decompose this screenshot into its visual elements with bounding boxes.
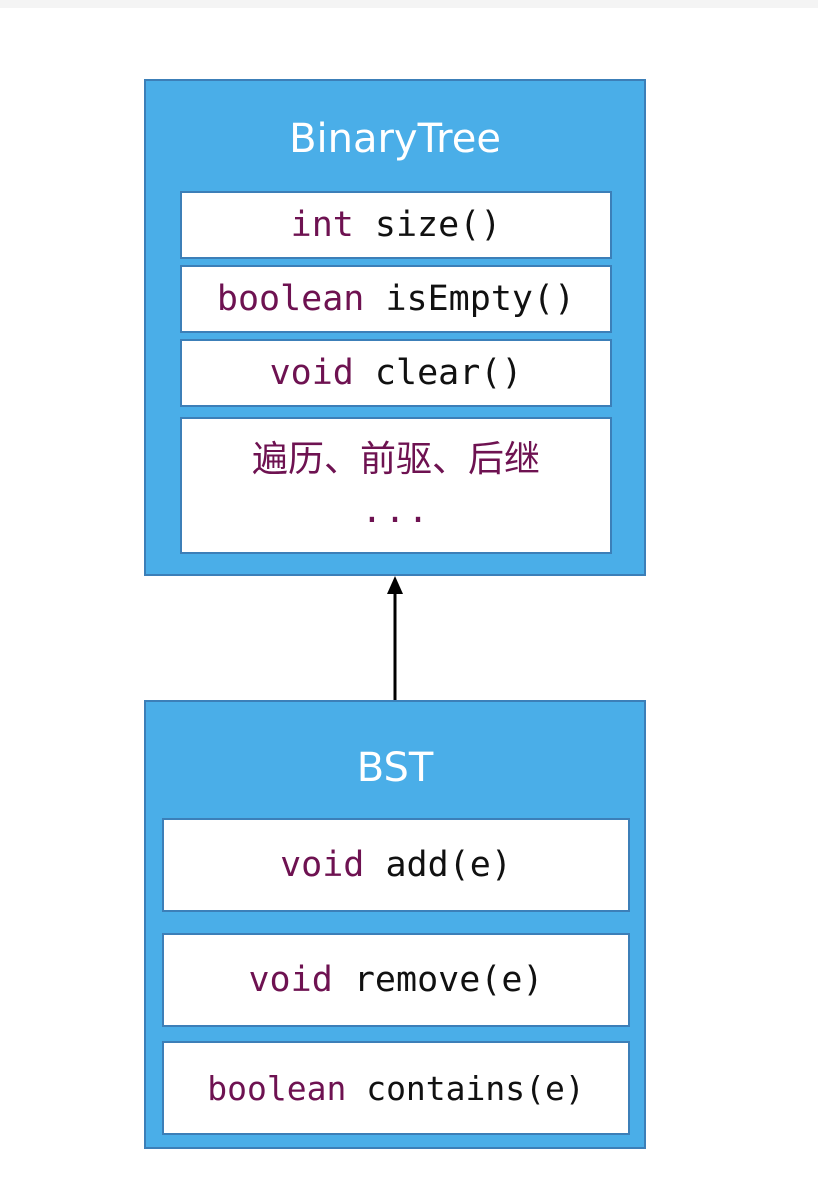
method-remove: void remove(e) [162,933,630,1027]
method-add: void add(e) [162,818,630,912]
inheritance-arrow-head [387,576,403,594]
method-remove-signature: remove(e) [332,960,544,1000]
bst-class-name: BST [356,745,434,791]
method-contains-return-type: boolean [207,1068,347,1108]
method-contains-signature: contains(e) [346,1068,585,1108]
bst-class-box: BST void add(e) void remove(e) boolean c… [144,700,646,1149]
method-remove-return-type: void [248,960,333,1000]
method-contains: boolean contains(e) [162,1041,630,1135]
method-add-signature: add(e) [364,845,512,885]
method-add-return-type: void [280,845,365,885]
